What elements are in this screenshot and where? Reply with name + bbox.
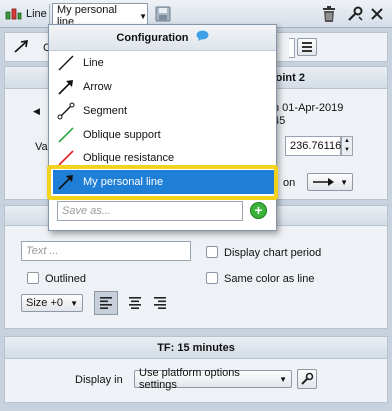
- display-in-settings-button[interactable]: [297, 369, 317, 389]
- timeframe-panel: TF: 15 minutes Display in Use platform o…: [4, 336, 388, 403]
- toolbar-divider: [49, 4, 50, 24]
- line-tool-icon: [3, 5, 23, 23]
- display-in-label: Display in: [75, 374, 123, 386]
- align-right-icon: [154, 297, 166, 309]
- popup-header: Configuration: [49, 25, 276, 51]
- chevron-down-icon: ▼: [340, 177, 348, 187]
- green-line-icon: [58, 127, 74, 143]
- arrow-icon: [58, 80, 73, 95]
- red-line-icon: [58, 150, 74, 165]
- list-options-button[interactable]: [297, 38, 317, 56]
- menu-item-label: Oblique resistance: [83, 152, 175, 164]
- same-color-label: Same color as line: [224, 273, 315, 285]
- display-in-dropdown[interactable]: Use platform options settings ▼: [134, 367, 292, 391]
- close-icon[interactable]: [366, 4, 388, 24]
- menu-item-arrow[interactable]: Arrow: [53, 75, 274, 99]
- style-label: on: [283, 177, 296, 189]
- menu-item-segment[interactable]: Segment: [53, 99, 274, 123]
- selection-highlight: [47, 165, 278, 200]
- point2-date: n 01-Apr-2019: [273, 102, 344, 114]
- segment-icon: [57, 102, 75, 120]
- prev-arrow-icon[interactable]: ◀: [33, 106, 40, 117]
- chevron-down-icon: ▼: [279, 374, 287, 384]
- menu-item-label: Line: [83, 57, 104, 69]
- align-left-button[interactable]: [94, 291, 118, 315]
- text-size-dropdown[interactable]: Size +0 ▼: [21, 294, 83, 312]
- text-input[interactable]: Text ...: [21, 241, 191, 261]
- tool-label: Line: [26, 8, 47, 20]
- save-icon[interactable]: [152, 4, 174, 24]
- popup-title: Configuration: [116, 32, 189, 44]
- menu-item-line[interactable]: Line: [53, 51, 274, 75]
- tool-button[interactable]: Line: [3, 3, 47, 25]
- outlined-label: Outlined: [45, 273, 86, 285]
- arrow-style-dropdown[interactable]: ▼: [307, 173, 353, 191]
- chevron-down-icon: ▼: [70, 298, 78, 308]
- value-spinner[interactable]: ▲ ▼: [341, 136, 353, 156]
- menu-item-label: Arrow: [83, 81, 112, 93]
- display-chart-period-label: Display chart period: [224, 247, 322, 259]
- save-as-input[interactable]: Save as...: [57, 201, 243, 221]
- align-right-button[interactable]: [148, 291, 172, 315]
- line-style-icon: [13, 40, 29, 57]
- plus-icon: +: [254, 202, 263, 218]
- same-color-checkbox[interactable]: [206, 272, 218, 284]
- menu-item-label: Oblique support: [83, 129, 161, 141]
- timeframe-title: TF: 15 minutes: [5, 337, 387, 359]
- outlined-checkbox[interactable]: [27, 272, 39, 284]
- point2-value-input[interactable]: 236.76116: [285, 136, 341, 156]
- line-icon: [58, 55, 74, 71]
- add-preset-button[interactable]: +: [250, 202, 267, 219]
- chat-bubble-icon: [196, 25, 209, 51]
- trash-icon[interactable]: [318, 4, 340, 24]
- settings-icon[interactable]: [344, 4, 366, 24]
- menu-item-label: Segment: [83, 105, 128, 117]
- text-size-value: Size +0: [26, 297, 63, 309]
- wrench-icon: [301, 372, 314, 385]
- row1-input-edge: [289, 38, 295, 58]
- align-center-button[interactable]: [123, 291, 147, 315]
- align-center-icon: [129, 297, 141, 309]
- align-left-icon: [100, 297, 112, 309]
- display-chart-period-checkbox[interactable]: [206, 246, 218, 258]
- chevron-down-icon: ▼: [139, 11, 147, 21]
- display-in-value: Use platform options settings: [139, 367, 240, 391]
- menu-item-oblique-resistance[interactable]: Oblique resistance: [53, 147, 274, 165]
- menu-item-oblique-support[interactable]: Oblique support: [53, 123, 274, 147]
